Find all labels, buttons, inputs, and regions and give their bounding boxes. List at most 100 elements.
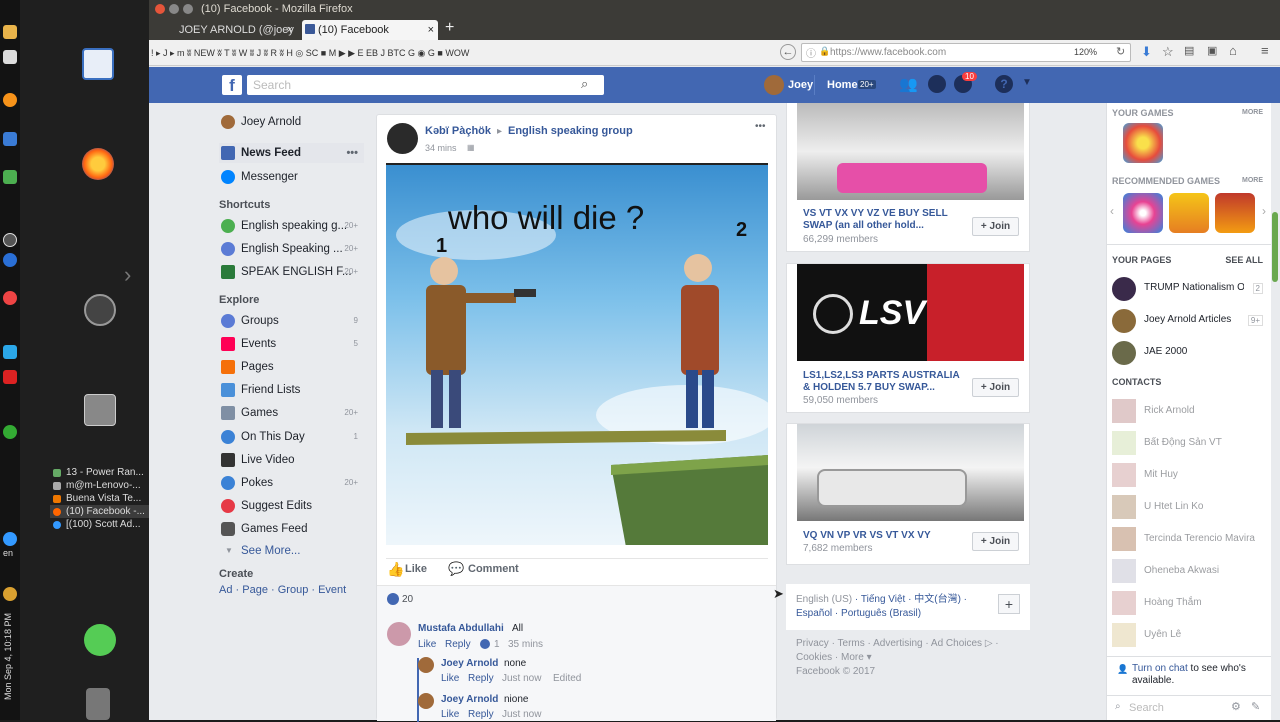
- nav-games[interactable]: Games 20+: [219, 403, 364, 423]
- comment-icon[interactable]: 💬: [448, 561, 464, 577]
- chevron-right-icon[interactable]: ›: [1262, 204, 1266, 218]
- app-icon[interactable]: [84, 294, 116, 326]
- game-icon[interactable]: [1123, 123, 1163, 163]
- like-icon[interactable]: 👍: [387, 561, 404, 578]
- see-all-link[interactable]: SEE ALL: [1225, 255, 1263, 265]
- task-item[interactable]: [(100) Scott Ad...: [50, 518, 150, 531]
- see-more-link[interactable]: ▼ See More...: [219, 541, 364, 561]
- advertising-link[interactable]: Advertising: [873, 638, 922, 649]
- comment-reply-link[interactable]: Reply: [468, 709, 494, 720]
- nav-shortcut[interactable]: SPEAK ENGLISH F... 20+: [219, 262, 364, 282]
- language-link[interactable]: 中文(台灣): [914, 594, 961, 605]
- task-item[interactable]: m@m-Lenovo-...: [50, 479, 150, 492]
- friends-icon[interactable]: 👥: [899, 75, 918, 93]
- nav-games-feed[interactable]: Games Feed: [219, 519, 364, 539]
- task-item[interactable]: (10) Facebook -...: [50, 505, 150, 518]
- turn-on-chat-link[interactable]: Turn on chat: [1132, 663, 1188, 674]
- firefox-icon[interactable]: [82, 148, 114, 180]
- compose-icon[interactable]: ✎: [1251, 700, 1260, 713]
- gear-icon[interactable]: ⚙: [1231, 700, 1241, 713]
- task-item[interactable]: 13 - Power Ran...: [50, 466, 150, 479]
- nav-shortcut[interactable]: English speaking g... 20+: [219, 216, 364, 236]
- facebook-logo[interactable]: f: [222, 75, 242, 95]
- youtube-icon[interactable]: ▣: [1207, 44, 1217, 57]
- close-window-button[interactable]: [155, 4, 165, 14]
- cookies-link[interactable]: Cookies: [796, 652, 832, 663]
- help-icon[interactable]: ?: [995, 75, 1013, 93]
- comment-author[interactable]: Joey Arnold: [441, 658, 498, 669]
- group-title[interactable]: LS1,LS2,LS3 PARTS AUSTRALIA & HOLDEN 5.7…: [803, 370, 963, 394]
- page-item[interactable]: Joey Arnold Articles 9+: [1112, 309, 1267, 333]
- nav-events[interactable]: Events 5: [219, 334, 364, 354]
- author-avatar[interactable]: [387, 123, 418, 154]
- home-link[interactable]: Home: [827, 79, 858, 91]
- app-icon[interactable]: [3, 587, 17, 601]
- app-icon[interactable]: [3, 345, 17, 359]
- like-button[interactable]: Like: [405, 563, 427, 575]
- app-icon[interactable]: [3, 253, 17, 267]
- contact-item[interactable]: Mit Huy: [1112, 463, 1267, 489]
- ad-choices-link[interactable]: Ad Choices: [931, 638, 982, 649]
- language-link[interactable]: Tiếng Việt: [861, 594, 905, 605]
- add-language-button[interactable]: +: [998, 594, 1020, 614]
- comment-author[interactable]: Mustafa Abdullahi: [418, 623, 504, 634]
- nav-pokes[interactable]: Pokes 20+: [219, 473, 364, 493]
- zoom-level[interactable]: 120%: [1074, 47, 1097, 57]
- comment-like-count[interactable]: 1: [494, 639, 500, 650]
- nav-suggest-edits[interactable]: Suggest Edits: [219, 496, 364, 516]
- audience-icon[interactable]: ▦: [467, 143, 475, 152]
- post-time[interactable]: 34 mins: [425, 143, 457, 153]
- commenter-avatar[interactable]: [418, 693, 434, 709]
- nav-groups[interactable]: Groups 9: [219, 311, 364, 331]
- search-input[interactable]: Search: [247, 75, 604, 95]
- group-image[interactable]: LSV: [797, 264, 1024, 361]
- comment-reply-link[interactable]: Reply: [468, 673, 494, 684]
- info-icon[interactable]: ⓘ: [806, 45, 816, 60]
- url-bar[interactable]: ⓘ 🔒 https://www.facebook.com 120% ↻: [801, 43, 1131, 62]
- contact-item[interactable]: Rick Arnold: [1112, 399, 1267, 425]
- app-icon[interactable]: [3, 50, 17, 64]
- join-button[interactable]: + Join: [972, 378, 1019, 397]
- trash-icon[interactable]: [86, 688, 110, 720]
- contact-item[interactable]: Tercinda Terencio Mavira: [1112, 527, 1267, 553]
- comment-like-link[interactable]: Like: [441, 709, 459, 720]
- profile-link[interactable]: Joey: [788, 79, 813, 91]
- language-link[interactable]: Português (Brasil): [841, 608, 921, 619]
- contact-item[interactable]: Bất Động Sản VT: [1112, 431, 1267, 457]
- privacy-link[interactable]: Privacy: [796, 638, 829, 649]
- nav-live-video[interactable]: Live Video: [219, 450, 364, 470]
- app-icon[interactable]: [3, 291, 17, 305]
- app-icon[interactable]: [3, 170, 17, 184]
- post-menu-icon[interactable]: •••: [755, 121, 766, 132]
- game-icon[interactable]: [1169, 193, 1209, 233]
- join-button[interactable]: + Join: [972, 217, 1019, 236]
- app-icon[interactable]: [3, 25, 17, 39]
- group-image[interactable]: [797, 424, 1024, 521]
- nav-on-this-day[interactable]: On This Day 1: [219, 427, 364, 447]
- home-icon[interactable]: ⌂: [1229, 43, 1237, 58]
- create-event-link[interactable]: Event: [318, 584, 346, 596]
- reload-icon[interactable]: ↻: [1116, 45, 1125, 58]
- page-item[interactable]: JAE 2000: [1112, 341, 1267, 365]
- app-icon[interactable]: [3, 233, 17, 247]
- nav-shortcut[interactable]: English Speaking ... 20+: [219, 239, 364, 259]
- tab-facebook[interactable]: (10) Facebook ×: [302, 20, 438, 40]
- join-button[interactable]: + Join: [972, 532, 1019, 551]
- new-tab-button[interactable]: +: [445, 19, 454, 37]
- filezilla-icon[interactable]: [3, 370, 17, 384]
- comment-reply-link[interactable]: Reply: [445, 639, 471, 650]
- chevron-left-icon[interactable]: ‹: [1110, 204, 1114, 218]
- contact-item[interactable]: Uyên Lê: [1112, 623, 1267, 649]
- avatar[interactable]: [764, 75, 784, 95]
- group-title[interactable]: VS VT VX VY VZ VE BUY SELL SWAP (an all …: [803, 208, 963, 232]
- post-image[interactable]: who will die ? 1 2: [386, 163, 768, 545]
- comment-time[interactable]: 35 mins: [508, 639, 543, 650]
- task-item[interactable]: Buena Vista Te...: [50, 492, 150, 505]
- app-icon[interactable]: [3, 532, 17, 546]
- comment-edited[interactable]: Edited: [553, 673, 581, 684]
- close-tab-icon[interactable]: ×: [287, 20, 293, 40]
- page-item[interactable]: TRUMP Nationalism O... 2: [1112, 277, 1267, 301]
- commenter-avatar[interactable]: [418, 657, 434, 673]
- chat-search-input[interactable]: Search: [1129, 702, 1164, 714]
- terms-link[interactable]: Terms: [838, 638, 865, 649]
